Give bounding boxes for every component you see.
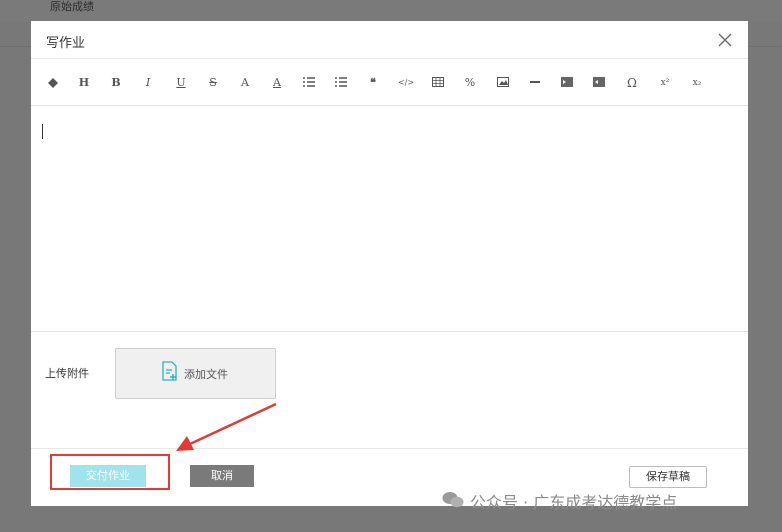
submit-homework-button[interactable]: 交付作业: [70, 465, 146, 487]
background-header-text: 原始成绩: [50, 0, 94, 13]
homework-dialog: 写作业 H B I U S A A ❝ </> % Ω x² x₂ 上传附件 添…: [31, 21, 748, 506]
add-file-label: 添加文件: [184, 368, 228, 381]
eraser-icon[interactable]: [43, 74, 63, 92]
subscript-icon[interactable]: x₂: [687, 74, 707, 92]
ordered-list-icon[interactable]: [299, 74, 319, 92]
upload-attachment-label: 上传附件: [45, 367, 89, 380]
outdent-icon[interactable]: [589, 74, 609, 92]
bold-icon[interactable]: B: [106, 74, 126, 92]
save-draft-button[interactable]: 保存草稿: [629, 466, 707, 488]
background-color-icon[interactable]: A: [267, 74, 287, 92]
heading-icon[interactable]: H: [74, 74, 94, 92]
add-file-button[interactable]: 添加文件: [115, 348, 276, 399]
background-header: 原始成绩: [0, 0, 782, 22]
dialog-header: 写作业: [31, 21, 748, 59]
special-char-icon[interactable]: Ω: [622, 74, 642, 92]
font-color-icon[interactable]: A: [235, 74, 255, 92]
superscript-icon[interactable]: x²: [655, 74, 675, 92]
unordered-list-icon[interactable]: [331, 74, 351, 92]
indent-icon[interactable]: [557, 74, 577, 92]
text-caret: [42, 124, 43, 139]
link-icon[interactable]: %: [460, 74, 480, 92]
table-icon[interactable]: [428, 74, 448, 92]
file-add-icon: [162, 361, 178, 385]
horizontal-rule-icon[interactable]: [525, 74, 545, 92]
watermark-text: 公众号 · 广东成考达德教学点: [470, 493, 678, 512]
image-icon[interactable]: [493, 74, 513, 92]
wechat-icon: [442, 491, 464, 513]
strikethrough-icon[interactable]: S: [203, 74, 223, 92]
quote-icon[interactable]: ❝: [363, 74, 383, 92]
underline-icon[interactable]: U: [171, 74, 191, 92]
editor-toolbar: H B I U S A A ❝ </> % Ω x² x₂: [31, 60, 748, 106]
close-icon[interactable]: [716, 31, 734, 49]
italic-icon[interactable]: I: [138, 74, 158, 92]
cancel-button[interactable]: 取消: [190, 465, 254, 487]
dialog-title: 写作业: [46, 36, 86, 51]
code-icon[interactable]: </>: [396, 74, 416, 92]
rich-text-editor[interactable]: [31, 107, 748, 332]
